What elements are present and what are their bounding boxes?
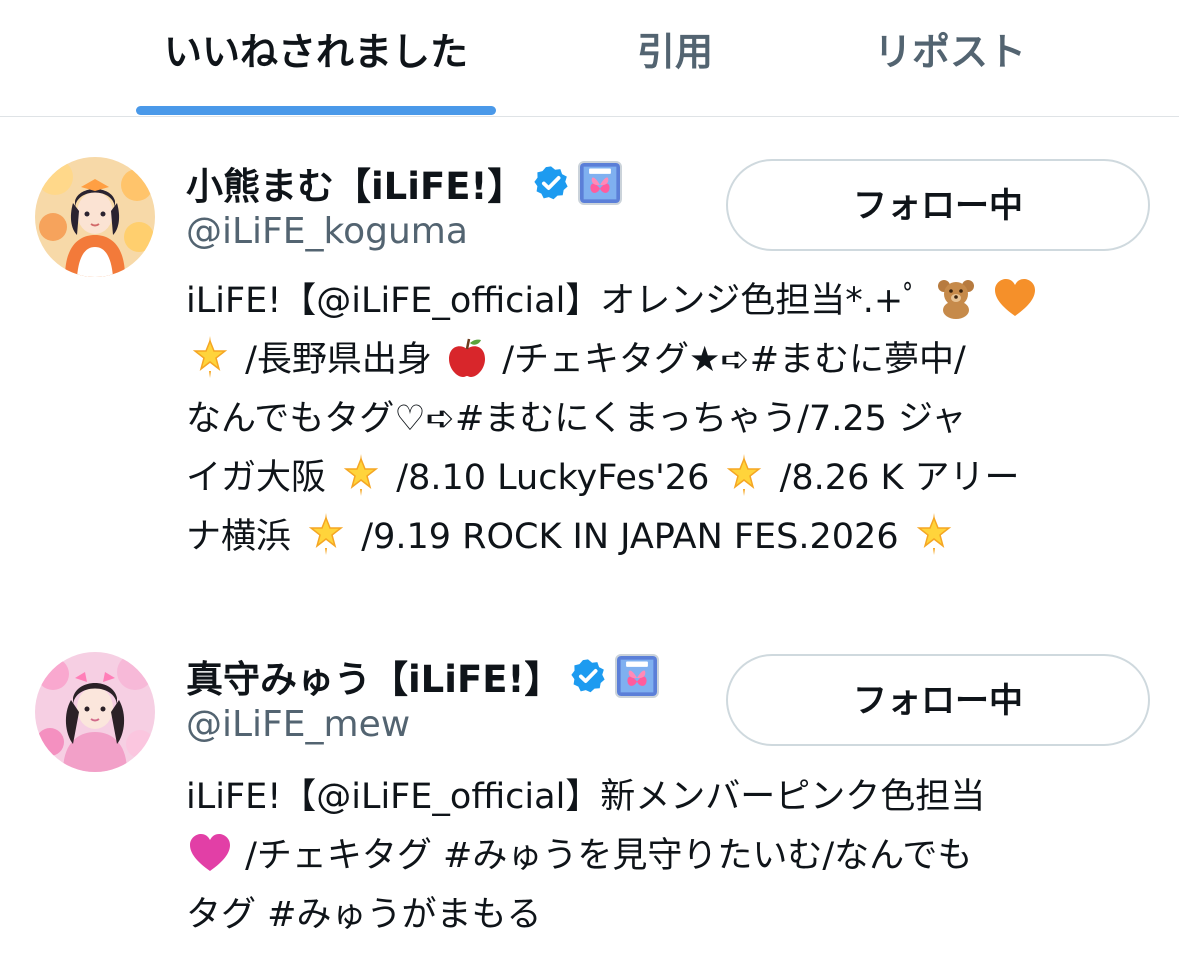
bio-text: /8.26 K アリー [779, 458, 1020, 498]
user-list-item[interactable]: 真守みゅう【iLiFE!】 @iLiFE_mew フォロー中 iLiFE!【@i… [0, 620, 1179, 970]
bio-text: /長野県出身 [245, 340, 432, 380]
display-name-row: 真守みゅう【iLiFE!】 [186, 648, 660, 704]
bio-text: なんでもタグ♡➪#まむにくまっちゃう/7.25 ジャ [186, 399, 967, 439]
following-button[interactable]: フォロー中 [726, 159, 1150, 251]
affiliation-badge-icon[interactable] [578, 161, 623, 205]
tab-liked[interactable]: いいねされました [138, 22, 494, 82]
glowing-star-icon [339, 453, 383, 497]
bio-text: /8.10 LuckyFes'26 [396, 458, 721, 498]
glowing-star-icon [188, 335, 232, 379]
pink-heart-icon [190, 834, 230, 871]
bio-text: /チェキタグ #みゅうを見守りたいむ/なんでも [245, 836, 973, 876]
user-handle: @iLiFE_mew [186, 704, 411, 745]
bio-text: イガ大阪 [186, 458, 327, 498]
verified-badge-icon [532, 164, 570, 202]
user-bio: iLiFE!【@iLiFE_official】オレンジ色担当*.+ﾟ /長野県出… [186, 272, 1156, 567]
teddy-bear-icon [937, 280, 974, 319]
bio-text: iLiFE!【@iLiFE_official】オレンジ色担当*.+ﾟ [186, 281, 921, 321]
affiliation-badge-icon[interactable] [615, 654, 660, 698]
active-tab-indicator [136, 106, 496, 115]
verified-badge-icon [569, 657, 607, 695]
display-name-row: 小熊まむ【iLiFE!】 [186, 155, 623, 211]
tab-quotes[interactable]: 引用 [600, 22, 750, 82]
red-apple-icon [449, 338, 486, 377]
tab-bar: いいねされました 引用 リポスト [0, 0, 1179, 117]
bio-text: /9.19 ROCK IN JAPAN FES.2026 [361, 517, 899, 557]
tab-reposts[interactable]: リポスト [845, 22, 1055, 82]
glowing-star-icon [912, 512, 956, 556]
orange-heart-icon [995, 279, 1036, 316]
user-handle: @iLiFE_koguma [186, 211, 468, 252]
user-list-item[interactable]: 小熊まむ【iLiFE!】 @iLiFE_koguma フォロー中 iLiFE!【… [0, 117, 1179, 597]
avatar[interactable] [35, 652, 155, 772]
display-name[interactable]: 小熊まむ【iLiFE!】 [186, 156, 524, 210]
glowing-star-icon [722, 453, 766, 497]
bio-text: /チェキタグ★➪#まむに夢中/ [502, 340, 966, 380]
following-button[interactable]: フォロー中 [726, 654, 1150, 746]
avatar[interactable] [35, 157, 155, 277]
display-name[interactable]: 真守みゅう【iLiFE!】 [186, 649, 561, 703]
user-bio: iLiFE!【@iLiFE_official】新メンバーピンク色担当 /チェキタ… [186, 768, 1156, 945]
bio-text: iLiFE!【@iLiFE_official】新メンバーピンク色担当 [186, 777, 986, 817]
bio-text: ナ横浜 [186, 517, 292, 557]
bio-text: タグ #みゅうがまもる [186, 895, 542, 935]
glowing-star-icon [304, 512, 348, 556]
